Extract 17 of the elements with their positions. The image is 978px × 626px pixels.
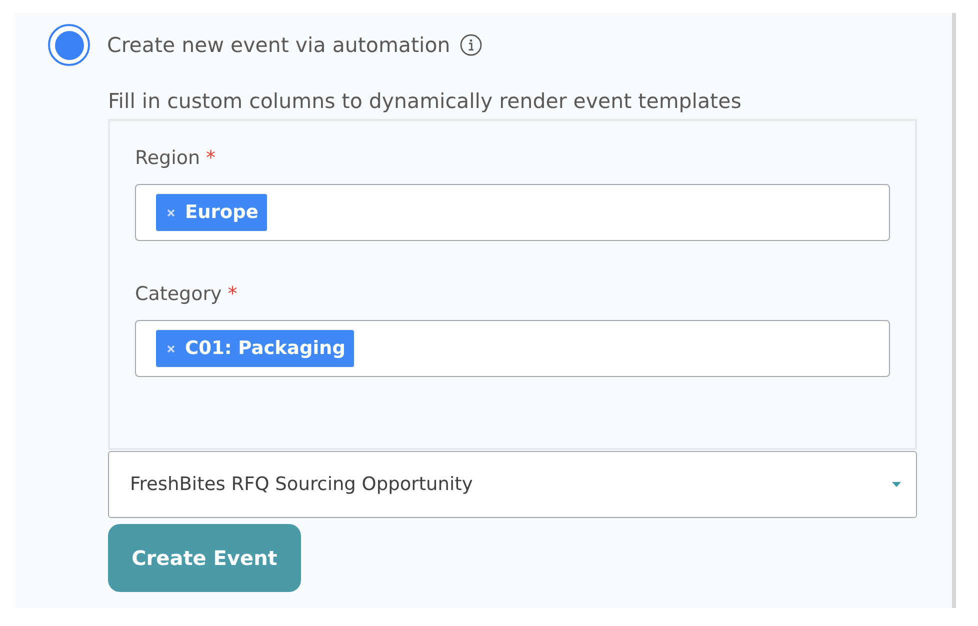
- close-icon[interactable]: [167, 208, 175, 216]
- create-event-button[interactable]: Create Event: [108, 524, 301, 592]
- description-text: Fill in custom columns to dynamically render event templates: [108, 88, 742, 115]
- close-icon[interactable]: [167, 344, 175, 352]
- dropdown-value: FreshBites RFQ Sourcing Opportunity: [130, 472, 474, 497]
- tag-input-field[interactable]: C01: Packaging: [135, 320, 890, 377]
- required-mark: *: [228, 282, 238, 307]
- template-dropdown[interactable]: FreshBites RFQ Sourcing Opportunity: [108, 451, 917, 518]
- field-label: Category: [135, 282, 222, 307]
- tag-text: C01: Packaging: [185, 336, 346, 361]
- tag-text: Europe: [185, 200, 258, 225]
- caret-icon: [892, 482, 901, 487]
- field-label: Region: [135, 146, 200, 171]
- required-mark: *: [206, 146, 216, 171]
- tag-input-field[interactable]: Europe: [135, 184, 890, 241]
- radio-button[interactable]: [48, 24, 90, 66]
- option-label: Create new event via automation: [107, 32, 450, 59]
